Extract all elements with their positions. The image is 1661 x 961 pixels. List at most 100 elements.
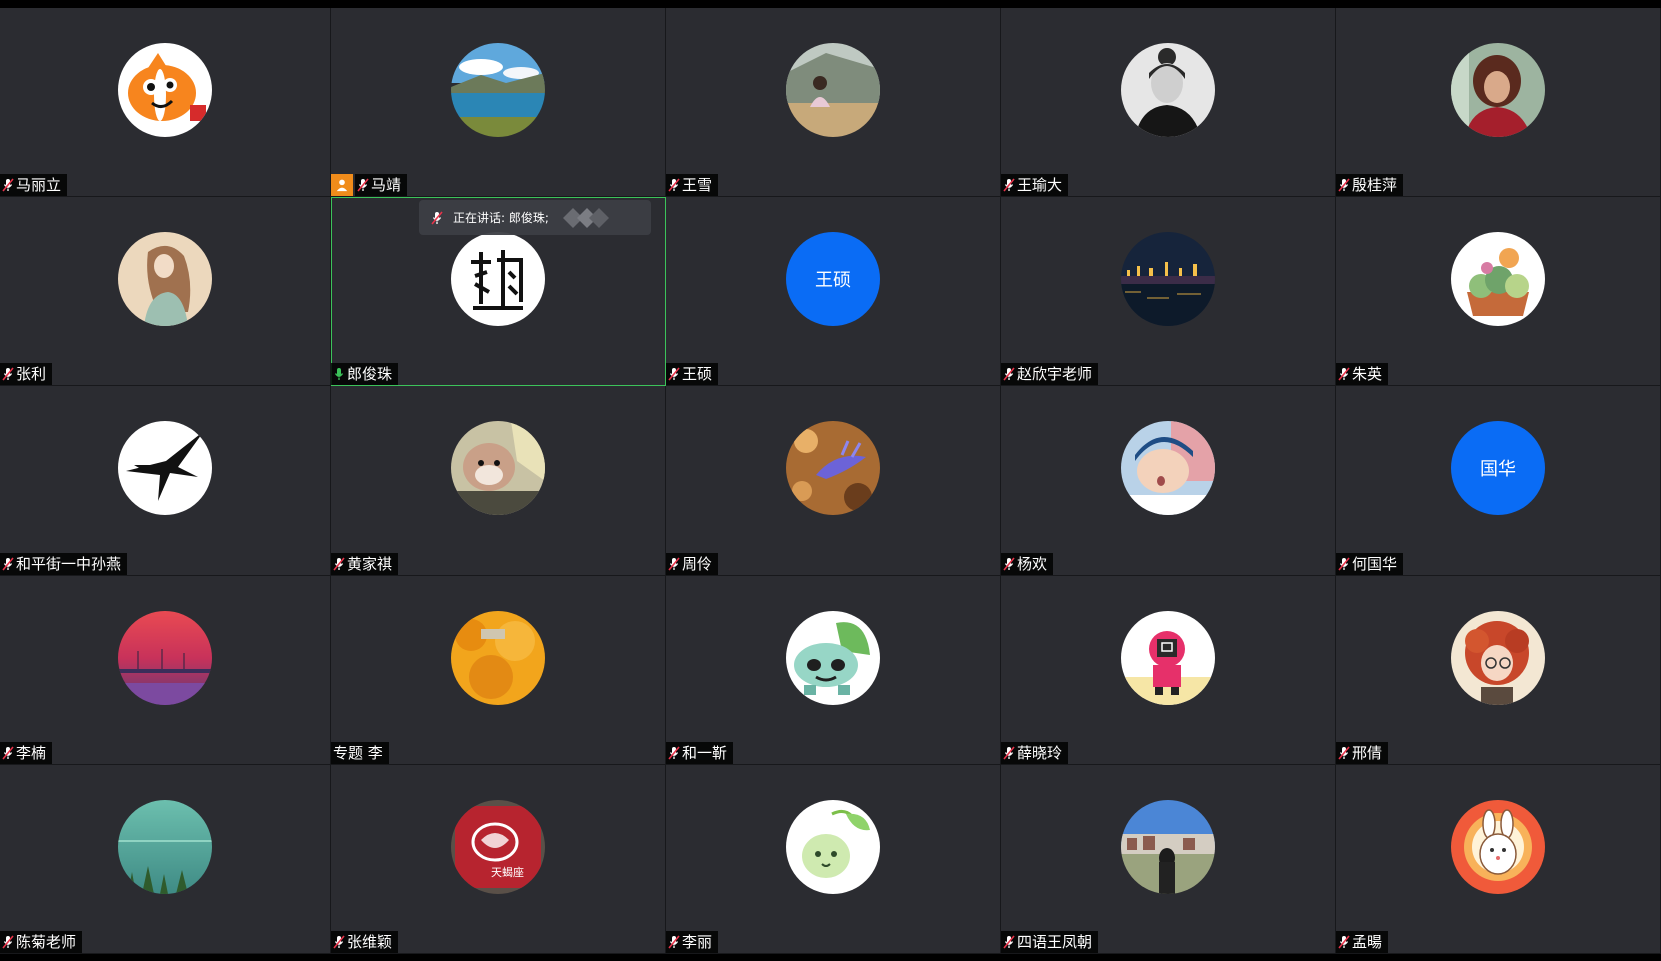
avatar-red-hair-girl — [1451, 610, 1545, 705]
participant-name: 马丽立 — [16, 176, 62, 195]
avatar-city-back — [1121, 799, 1215, 894]
participant-tile[interactable]: 王硕 王硕 — [666, 197, 1001, 387]
participant-name: 何国华 — [1352, 554, 1398, 573]
participant-name: 王雪 — [682, 176, 713, 195]
participant-name-tag: 张维颖 — [331, 930, 399, 953]
participant-name-tag: 何国华 — [1336, 552, 1404, 575]
microphone-muted-icon — [357, 178, 369, 192]
avatar-woman-portrait — [1451, 43, 1545, 137]
participant-tile[interactable]: 和一靳 — [666, 575, 1001, 765]
participant-tile[interactable]: 李楠 — [0, 575, 331, 765]
participant-name-tag: 郎俊珠 — [331, 363, 399, 386]
participant-name: 张维颖 — [347, 932, 393, 951]
participant-name-tag: 黄家祺 — [331, 552, 399, 575]
avatar-bulbasaur — [786, 610, 880, 705]
participant-name: 赵欣宇老师 — [1017, 365, 1093, 384]
participant-tile[interactable]: 周伶 — [666, 386, 1001, 576]
avatar-initials: 国华 — [1480, 459, 1516, 481]
redacted-mark-icon — [563, 208, 609, 229]
participant-name-tag: 李楠 — [0, 741, 53, 764]
avatar-red-sign: 天蝎座 — [451, 799, 545, 894]
participant-name: 李丽 — [682, 932, 713, 951]
participant-name: 陈菊老师 — [16, 932, 77, 951]
participant-name: 李楠 — [16, 743, 47, 762]
participant-tile[interactable]: 赵欣宇老师 — [1001, 197, 1336, 387]
microphone-muted-icon — [333, 935, 345, 949]
participant-tile[interactable]: 天蝎座张维颖 — [331, 764, 666, 954]
participant-name-tag: 王硕 — [666, 363, 719, 386]
participant-tile[interactable]: 王瑜大 — [1001, 8, 1336, 198]
participant-name-tag: 薛晓玲 — [1001, 741, 1069, 764]
participant-name-tag: 王瑜大 — [1001, 174, 1069, 197]
microphone-muted-icon — [1003, 367, 1015, 381]
participant-name-tag: 孟暘 — [1336, 930, 1389, 953]
participant-tile[interactable]: 黄家祺 — [331, 386, 666, 576]
participant-name: 邢倩 — [1352, 743, 1383, 762]
avatar-succulents — [1451, 232, 1545, 327]
participant-tile[interactable]: 和平街一中孙燕 — [0, 386, 331, 576]
participant-tile[interactable]: 陈菊老师 — [0, 764, 331, 954]
microphone-muted-icon — [1338, 746, 1350, 760]
participant-name-tag: 陈菊老师 — [0, 930, 83, 953]
speaking-microphone-icon — [431, 211, 443, 225]
participant-tile[interactable]: 四语王凤朝 — [1001, 764, 1336, 954]
microphone-muted-icon — [1338, 935, 1350, 949]
microphone-muted-icon — [1338, 367, 1350, 381]
avatar-night-city — [1121, 232, 1215, 327]
avatar-baby — [1121, 421, 1215, 516]
participant-tile[interactable]: 李丽 — [666, 764, 1001, 954]
participant-name: 薛晓玲 — [1017, 743, 1063, 762]
microphone-icon — [333, 367, 345, 381]
avatar-initials: 王硕 — [815, 270, 851, 292]
participant-tile[interactable]: 郎俊珠 正在讲话: 郎俊珠; — [331, 197, 666, 387]
participant-name: 张利 — [16, 365, 47, 384]
participant-name: 马靖 — [371, 176, 402, 195]
participant-tile[interactable]: 薛晓玲 — [1001, 575, 1336, 765]
participant-name-tag: 杨欢 — [1001, 552, 1054, 575]
speaking-indicator: 正在讲话: 郎俊珠; — [419, 200, 651, 236]
participant-name-tag: 马丽立 — [0, 174, 68, 197]
microphone-muted-icon — [2, 367, 14, 381]
avatar-lake-landscape — [451, 43, 545, 137]
participant-name: 朱英 — [1352, 365, 1383, 384]
participant-name-tag: 朱英 — [1336, 363, 1389, 386]
microphone-muted-icon — [668, 178, 680, 192]
participant-grid: 马丽立 马靖 王雪 王瑜大 殷桂萍 张利 郎俊珠 正在讲话: 郎俊珠; 王硕 王硕 赵欣宇老师 朱英和… — [0, 8, 1661, 954]
participant-tile[interactable]: 专题 李 — [331, 575, 666, 765]
participant-name: 郎俊珠 — [347, 365, 393, 384]
participant-tile[interactable]: 张利 — [0, 197, 331, 387]
avatar-bunny-sun — [1451, 799, 1545, 894]
avatar-girl-illustration — [118, 232, 212, 327]
avatar: 王硕 — [786, 232, 880, 327]
microphone-muted-icon — [1338, 178, 1350, 192]
participant-tile[interactable]: 孟暘 — [1336, 764, 1661, 954]
participant-name-tag: 周伶 — [666, 552, 719, 575]
participant-name-tag: 张利 — [0, 363, 53, 386]
host-badge-icon — [331, 174, 353, 197]
participant-name-tag: 李丽 — [666, 930, 719, 953]
microphone-muted-icon — [2, 557, 14, 571]
participant-name-tag: 专题 李 — [331, 741, 389, 764]
participant-name: 周伶 — [682, 554, 713, 573]
avatar-clownfish — [118, 43, 212, 137]
participant-tile[interactable]: 王雪 — [666, 8, 1001, 198]
participant-name: 和一靳 — [682, 743, 728, 762]
speaking-text: 正在讲话: 郎俊珠; — [453, 211, 549, 226]
participant-name: 孟暘 — [1352, 932, 1383, 951]
avatar-swallow-logo — [118, 421, 212, 516]
participant-name-tag: 四语王凤朝 — [1001, 930, 1099, 953]
microphone-muted-icon — [2, 746, 14, 760]
participant-tile[interactable]: 国华何国华 — [1336, 386, 1661, 576]
participant-tile[interactable]: 杨欢 — [1001, 386, 1336, 576]
participant-tile[interactable]: 殷桂萍 — [1336, 8, 1661, 198]
participant-tile[interactable]: 马靖 — [331, 8, 666, 198]
participant-name: 专题 李 — [333, 743, 383, 762]
participant-name-tag: 和平街一中孙燕 — [0, 552, 128, 575]
participant-tile[interactable]: 朱英 — [1336, 197, 1661, 387]
avatar-sunset — [118, 610, 212, 705]
participant-tile[interactable]: 邢倩 — [1336, 575, 1661, 765]
participant-tile[interactable]: 马丽立 — [0, 8, 331, 198]
microphone-muted-icon — [333, 557, 345, 571]
microphone-muted-icon — [1003, 557, 1015, 571]
participant-name: 和平街一中孙燕 — [16, 554, 122, 573]
